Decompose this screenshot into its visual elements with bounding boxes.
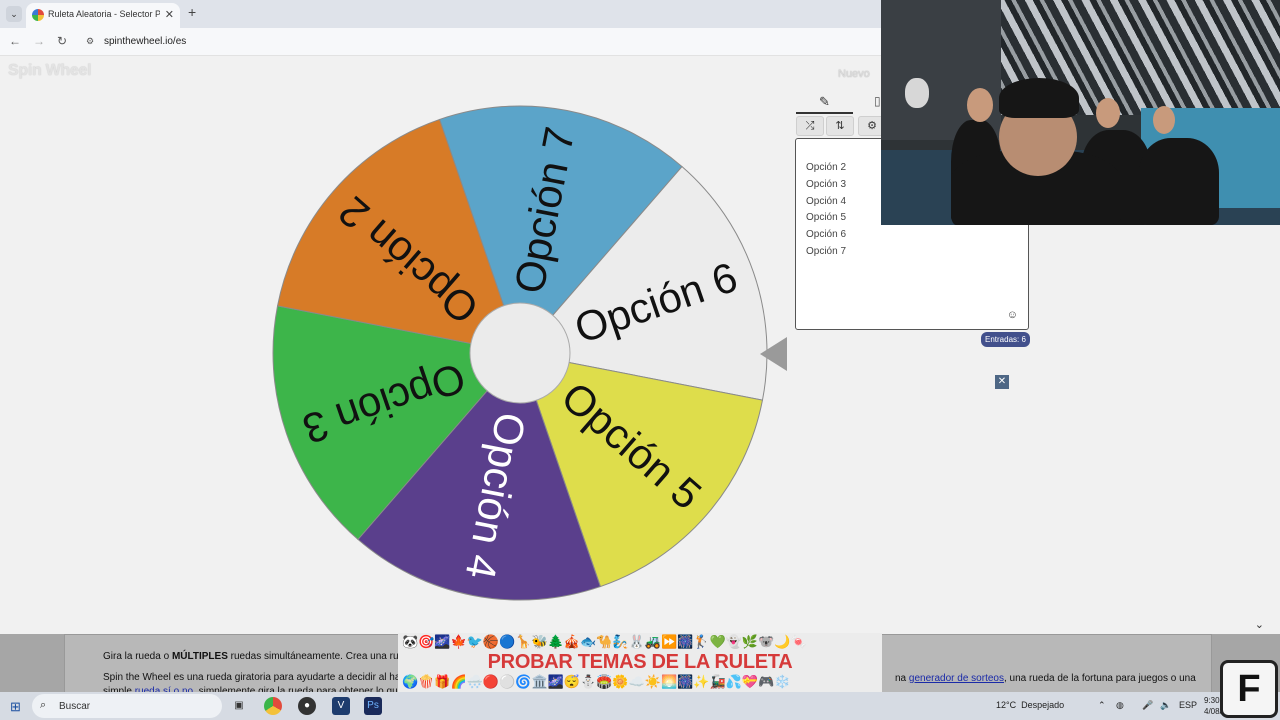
giveaway-generator-link[interactable]: generador de sorteos xyxy=(909,673,1004,684)
entry-line: Opción 3 xyxy=(806,179,847,190)
emoji-row: 🌍🍿🎁🌈🌨️🔴⚪🌀🏛️🌌😴⛄🏟️🌼☁️☀️🌅🎆✨🚂💦💝🎮❄️ xyxy=(402,674,791,689)
vegas-icon[interactable]: V xyxy=(332,697,350,715)
tray-chevron-icon[interactable]: ⌃ xyxy=(1098,700,1106,711)
app-icon[interactable]: ● xyxy=(298,697,316,715)
photoshop-icon[interactable]: Ps xyxy=(364,697,382,715)
chrome-icon[interactable] xyxy=(264,697,282,715)
wheel-favicon-icon xyxy=(32,9,44,21)
mask-prop xyxy=(905,78,929,108)
emoji-picker-icon[interactable]: ☺ xyxy=(1007,309,1018,321)
entry-line: Opción 2 xyxy=(806,162,847,173)
description-line: Spin the Wheel es una rueda giratoria pa… xyxy=(103,672,423,683)
reload-icon[interactable]: ↻ xyxy=(57,34,67,48)
entries-count-badge: Entradas: 6 xyxy=(981,332,1030,347)
tab-title: Ruleta Aleatoria - Selector Personalizad… xyxy=(48,9,160,19)
shuffle-icon[interactable]: ⤮ xyxy=(796,116,824,136)
site-logo[interactable]: Spin Wheel xyxy=(8,62,92,80)
tray-app-icon[interactable]: ◍ xyxy=(1116,700,1124,711)
speaker-icon[interactable]: 🔈 xyxy=(1160,700,1171,711)
new-wheel-button[interactable]: Nuevo xyxy=(838,68,870,80)
search-icon: ⌕ xyxy=(40,699,47,711)
task-view-icon[interactable]: ▣ xyxy=(230,697,248,715)
description-line: Gira la rueda o MÚLTIPLES ruedas simultá… xyxy=(103,651,430,662)
entry-line: Opción 5 xyxy=(806,212,847,223)
entry-line: Opción 6 xyxy=(806,229,847,240)
spin-wheel[interactable]: Opción 7Opción 6Opción 5Opción 4Opción 3… xyxy=(265,103,775,613)
address-bar[interactable]: spinthewheel.io/es xyxy=(104,36,186,47)
close-icon[interactable]: ✕ xyxy=(995,375,1009,389)
emoji-row: 🐼🎯🌌🍁🐦🏀🔵🦒🐝🌲🎪🐟🐪🧞🐰🚜⏩🎆🏌️💚👻🌿🐨🌙🍬 xyxy=(402,634,807,649)
entry-line: Opción 7 xyxy=(806,246,847,257)
site-info-icon[interactable]: ⚙ xyxy=(86,36,96,46)
banner-title: PROBAR TEMAS DE LA RULETA xyxy=(487,651,793,673)
language-indicator[interactable]: ESP xyxy=(1179,700,1197,710)
microphone-icon[interactable]: 🎤 xyxy=(1142,700,1153,711)
webcam-overlay xyxy=(881,0,1280,225)
wheel-center-hub[interactable] xyxy=(469,302,571,404)
pencil-icon[interactable]: ✎ xyxy=(796,92,853,114)
wheel-pointer-icon xyxy=(760,337,787,371)
sort-icon[interactable]: ⇅ xyxy=(826,116,854,136)
taskbar: ⊞ ⌕ Buscar ▣ ● V Ps 12°C Despejado ⌃ ◍ 🎤… xyxy=(0,692,1280,720)
weather-widget[interactable]: 12°C Despejado xyxy=(996,700,1064,710)
back-arrow-icon[interactable]: ← xyxy=(9,34,21,48)
tab-list-chevron-icon[interactable]: ⌄ xyxy=(6,6,22,22)
new-tab-plus-icon[interactable]: + xyxy=(188,4,196,20)
forward-arrow-icon[interactable]: → xyxy=(33,34,45,48)
chevron-down-icon[interactable]: ⌄ xyxy=(1255,618,1264,631)
streamer-logo: F xyxy=(1220,660,1278,718)
taskbar-search[interactable]: ⌕ Buscar xyxy=(32,694,222,718)
entry-line: Opción 4 xyxy=(806,196,847,207)
themes-banner[interactable]: 🐼🎯🌌🍁🐦🏀🔵🦒🐝🌲🎪🐟🐪🧞🐰🚜⏩🎆🏌️💚👻🌿🐨🌙🍬 PROBAR TEMAS … xyxy=(398,633,882,692)
close-tab-icon[interactable]: ✕ xyxy=(165,8,174,21)
description-line: na generador de sorteos, una rueda de la… xyxy=(895,673,1196,684)
results-tab-icon[interactable]: ▯ xyxy=(874,94,881,108)
windows-start-icon[interactable]: ⊞ xyxy=(10,699,21,715)
browser-tab[interactable]: Ruleta Aleatoria - Selector Personalizad… xyxy=(26,3,180,28)
